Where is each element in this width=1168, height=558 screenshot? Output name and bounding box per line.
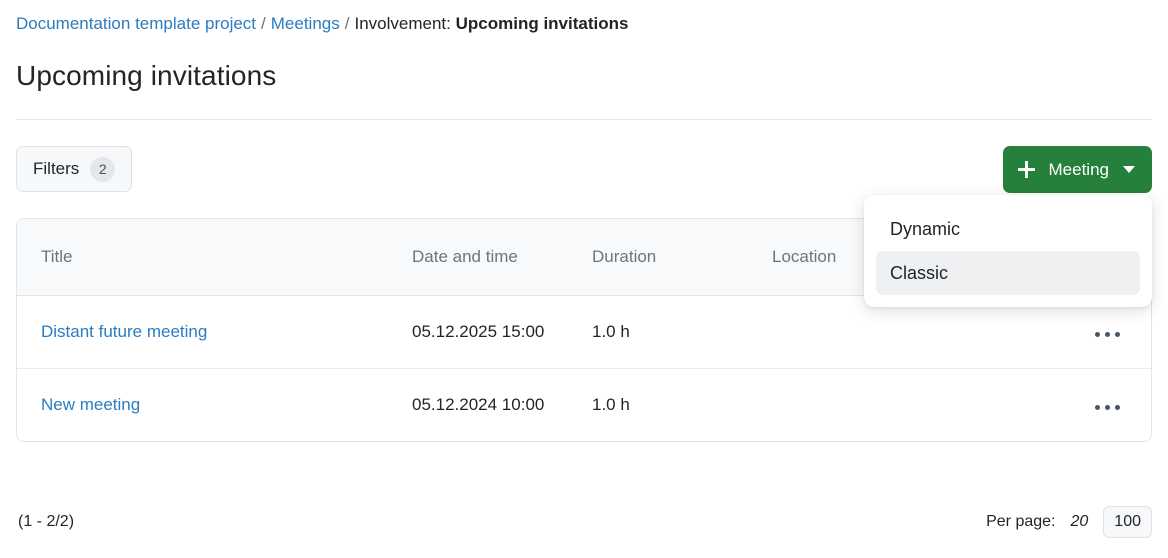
dropdown-item-dynamic-label: Dynamic xyxy=(890,218,961,239)
per-page-control: Per page: 20 100 xyxy=(986,506,1152,538)
filters-button[interactable]: Filters 2 xyxy=(16,146,133,192)
column-header-datetime[interactable]: Date and time xyxy=(412,219,592,296)
breadcrumb-separator-2: / xyxy=(344,14,350,33)
cell-duration: 1.0 h xyxy=(592,295,772,369)
meeting-title-link[interactable]: Distant future meeting xyxy=(41,322,207,341)
cell-datetime: 05.12.2025 15:00 xyxy=(412,295,592,369)
column-header-title[interactable]: Title xyxy=(17,219,412,296)
table-body: Distant future meeting 05.12.2025 15:00 … xyxy=(17,295,1151,442)
page-title: Upcoming invitations xyxy=(16,60,277,91)
filters-count-badge: 2 xyxy=(90,156,116,182)
meeting-title-link[interactable]: New meeting xyxy=(41,395,140,414)
table-row: New meeting 05.12.2024 10:00 1.0 h xyxy=(17,369,1151,442)
pagination-range: (1 - 2/2) xyxy=(18,513,75,530)
meeting-type-dropdown: Dynamic Classic xyxy=(864,195,1152,307)
add-meeting-button[interactable]: Meeting xyxy=(1002,146,1152,193)
header-divider xyxy=(16,119,1152,120)
add-meeting-label: Meeting xyxy=(1048,159,1109,179)
per-page-label: Per page: xyxy=(986,513,1056,530)
chevron-down-icon[interactable] xyxy=(1123,166,1135,173)
cell-location xyxy=(772,369,1062,442)
breadcrumb-current: Upcoming invitations xyxy=(455,14,629,33)
cell-datetime: 05.12.2024 10:00 xyxy=(412,395,545,414)
breadcrumb-link-meetings[interactable]: Meetings xyxy=(271,14,340,33)
cell-title: Distant future meeting xyxy=(17,295,412,369)
cell-duration: 1.0 h xyxy=(592,395,630,414)
breadcrumb: Documentation template project / Meetings /… xyxy=(16,12,628,36)
more-actions-icon[interactable] xyxy=(1095,405,1120,410)
filters-button-label: Filters xyxy=(33,159,80,178)
page-root: Documentation template project / Meetings /… xyxy=(0,0,1168,558)
dropdown-item-dynamic[interactable]: Dynamic xyxy=(876,207,1140,251)
cell-title: New meeting xyxy=(17,369,412,442)
breadcrumb-prefix: Involvement: xyxy=(354,14,451,33)
per-page-option-20[interactable]: 20 xyxy=(1071,513,1089,531)
breadcrumb-separator-1: / xyxy=(261,14,266,33)
breadcrumb-link-project[interactable]: Documentation template project xyxy=(16,14,256,33)
per-page-option-100[interactable]: 100 xyxy=(1103,506,1152,538)
more-actions-icon[interactable] xyxy=(1095,332,1120,337)
dropdown-item-classic-label: Classic xyxy=(890,262,949,283)
cell-actions xyxy=(1062,369,1151,442)
plus-icon xyxy=(1017,161,1035,178)
column-header-duration[interactable]: Duration xyxy=(592,219,772,296)
dropdown-item-classic[interactable]: Classic xyxy=(876,251,1140,295)
